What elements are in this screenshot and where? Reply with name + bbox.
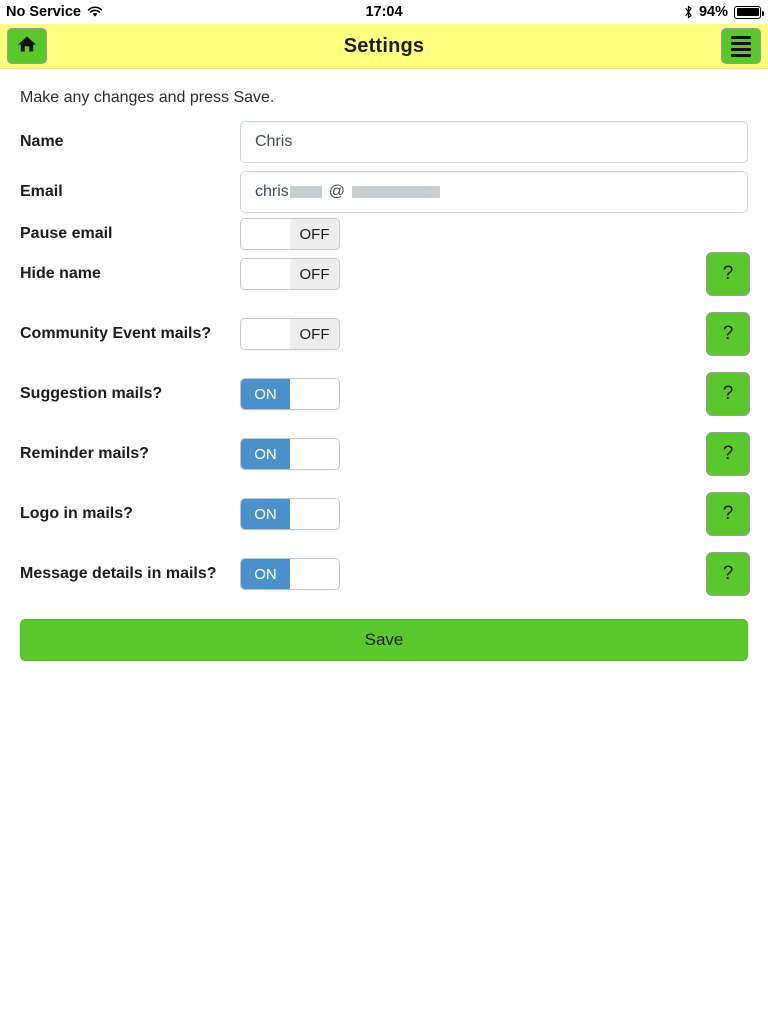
toggle-row-6: Message details in mails? ON?: [0, 552, 768, 596]
toggle-off-half-5: [290, 499, 339, 529]
toggle-switch-0[interactable]: OFF: [240, 218, 340, 250]
toggle-off-half-0: OFF: [290, 219, 339, 249]
toggle-switch-6[interactable]: ON: [240, 558, 340, 590]
save-button[interactable]: Save: [20, 619, 748, 661]
bluetooth-icon: [684, 5, 693, 19]
toggle-label-4: Reminder mails?: [20, 445, 149, 462]
toggle-row-0: Pause email OFF: [0, 214, 768, 254]
email-redaction-block-2: [352, 186, 441, 198]
toggle-switch-5[interactable]: ON: [240, 498, 340, 530]
battery-icon: [734, 5, 764, 19]
help-button-2[interactable]: ?: [706, 312, 750, 356]
page-title: Settings: [343, 34, 425, 57]
email-input-value: chris @: [255, 183, 441, 201]
email-local-part: chris: [255, 183, 289, 200]
help-button-4[interactable]: ?: [706, 432, 750, 476]
help-button-1[interactable]: ?: [706, 252, 750, 296]
toggle-off-half-6: [290, 559, 339, 589]
toggle-on-half-2: [241, 319, 290, 349]
email-at-symbol: @: [328, 183, 346, 200]
toggle-on-half-6: ON: [241, 559, 290, 589]
toggle-switch-3[interactable]: ON: [240, 378, 340, 410]
toggle-on-half-0: [241, 219, 290, 249]
save-button-wrap: Save: [0, 619, 768, 661]
toggle-label-3: Suggestion mails?: [20, 385, 163, 402]
form-row-name: Name Chris: [0, 121, 768, 163]
toggle-on-half-1: [241, 259, 290, 289]
toggle-row-4: Reminder mails? ON?: [0, 432, 768, 476]
name-input[interactable]: Chris: [240, 121, 748, 163]
toggle-on-half-3: ON: [241, 379, 290, 409]
toggle-row-3: Suggestion mails? ON?: [0, 372, 768, 416]
toggle-off-half-4: [290, 439, 339, 469]
toggle-on-half-4: ON: [241, 439, 290, 469]
menu-button[interactable]: [721, 28, 761, 64]
status-bar: No Service 17:04 94%: [0, 0, 768, 24]
email-input[interactable]: chris @: [240, 171, 748, 213]
toggle-label-0: Pause email: [20, 225, 113, 242]
name-input-value: Chris: [255, 133, 293, 150]
status-bar-right: 94%: [684, 4, 764, 20]
toggle-off-half-3: [290, 379, 339, 409]
help-button-3[interactable]: ?: [706, 372, 750, 416]
toggle-label-6: Message details in mails?: [20, 565, 217, 582]
help-button-5[interactable]: ?: [706, 492, 750, 536]
instruction-text: Make any changes and press Save.: [20, 89, 275, 106]
form-row-email: Email chris @: [0, 171, 768, 213]
email-label: Email: [20, 183, 63, 200]
toggle-row-2: Community Event mails? OFF?: [0, 312, 768, 356]
navigation-bar: Settings: [0, 24, 768, 69]
toggle-label-1: Hide name: [20, 265, 101, 282]
toggle-on-half-5: ON: [241, 499, 290, 529]
toggle-switch-1[interactable]: OFF: [240, 258, 340, 290]
toggle-switch-2[interactable]: OFF: [240, 318, 340, 350]
status-bar-clock: 17:04: [365, 4, 403, 20]
battery-percent-label: 94%: [698, 4, 728, 20]
toggle-row-5: Logo in mails? ON?: [0, 492, 768, 536]
toggle-row-1: Hide name OFF?: [0, 252, 768, 296]
toggle-switch-4[interactable]: ON: [240, 438, 340, 470]
email-redaction-block-1: [289, 186, 322, 198]
hamburger-menu-icon: [731, 35, 751, 57]
help-button-6[interactable]: ?: [706, 552, 750, 596]
settings-form: Make any changes and press Save. Name Ch…: [0, 69, 768, 661]
toggle-off-half-1: OFF: [290, 259, 339, 289]
toggle-label-2: Community Event mails?: [20, 325, 212, 342]
name-label: Name: [20, 133, 64, 150]
toggle-off-half-2: OFF: [290, 319, 339, 349]
toggle-label-5: Logo in mails?: [20, 505, 133, 522]
